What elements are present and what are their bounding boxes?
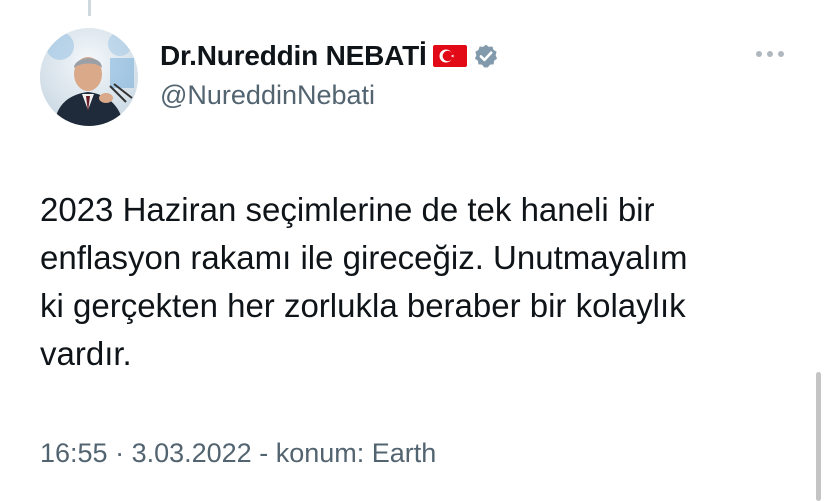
profile-avatar-image [40,28,138,126]
avatar[interactable] [40,28,138,126]
author-display-name[interactable]: Dr.Nureddin NEBATİ [160,40,427,72]
tweet-text-line: ki gerçekten her zorlukla beraber bir ko… [40,287,686,324]
turkey-flag-icon [432,44,467,68]
tweet-text-line: vardır. [40,335,132,372]
author-name-row[interactable]: Dr.Nureddin NEBATİ [160,38,499,74]
meta-separator: · [107,438,132,468]
tweet-location: - konum: Earth [251,438,437,468]
more-options-icon[interactable] [750,40,790,68]
tweet-text: 2023 Haziran seçimlerine de tek haneli b… [40,186,800,378]
tweet-text-line: enflasyon rakamı ile gireceğiz. Unutmaya… [40,239,688,276]
thread-connector-line [88,0,91,16]
author-handle[interactable]: @NureddinNebati [160,80,375,111]
verified-badge-icon [473,43,499,69]
tweet-text-line: 2023 Haziran seçimlerine de tek haneli b… [40,191,655,228]
tweet-metadata: 16:55 · 3.03.2022 - konum: Earth [40,438,436,469]
tweet-time[interactable]: 16:55 [40,438,108,468]
tweet-date[interactable]: 3.03.2022 [132,438,252,468]
scrollbar[interactable] [816,372,821,501]
